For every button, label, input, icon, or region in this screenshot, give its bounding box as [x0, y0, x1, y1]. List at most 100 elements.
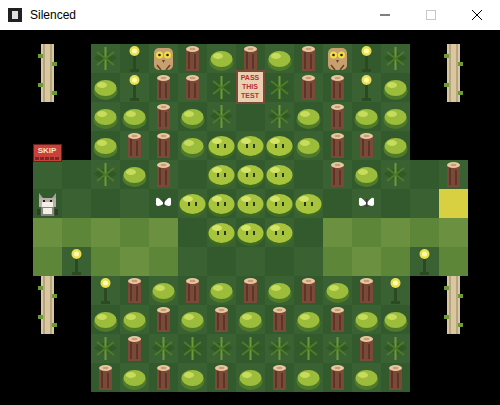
bush-icon: [265, 276, 294, 305]
board-tile: [352, 102, 381, 131]
bush-icon: [294, 305, 323, 334]
log-icon: [178, 73, 207, 102]
void-tile: [410, 305, 439, 334]
board-tile: [149, 73, 178, 102]
board-tile: [265, 44, 294, 73]
board-tile: [381, 160, 410, 189]
log-icon: [91, 363, 120, 392]
game-board: PASSTHISTESTSKIP: [33, 44, 468, 392]
butterfly-icon[interactable]: [149, 189, 178, 218]
cat-player-icon[interactable]: [33, 189, 62, 218]
board-tile: [381, 218, 410, 247]
vine-icon: [381, 160, 410, 189]
board-tile: [236, 160, 265, 189]
vine-icon: [91, 334, 120, 363]
board-tile: [62, 160, 91, 189]
tree-icon: [33, 276, 62, 305]
board-tile: [352, 305, 381, 334]
log-icon: [120, 276, 149, 305]
board-tile: [265, 305, 294, 334]
tree-icon: [439, 73, 468, 102]
board-tile: [178, 131, 207, 160]
board-tile: [439, 218, 468, 247]
board-tile: [381, 73, 410, 102]
board-tile: [265, 218, 294, 247]
board-tile: [410, 189, 439, 218]
skip-label: SKIP: [38, 146, 57, 156]
board-tile: [352, 160, 381, 189]
void-tile: [439, 102, 468, 131]
board-tile: [178, 247, 207, 276]
bush-icon: [294, 131, 323, 160]
maximize-icon: [426, 10, 436, 20]
board-tile: [236, 218, 265, 247]
void-tile: [410, 102, 439, 131]
title-bar: Silenced: [0, 0, 500, 30]
lamp-icon: [410, 247, 439, 276]
minimize-button[interactable]: [362, 0, 408, 30]
sign-text: THIS: [242, 82, 258, 91]
log-icon: [236, 44, 265, 73]
log-icon: [149, 73, 178, 102]
void-tile: [439, 363, 468, 392]
vine-icon: [178, 334, 207, 363]
board-tile: [178, 305, 207, 334]
bush-icon: [236, 363, 265, 392]
board-tile: [265, 276, 294, 305]
board-tile: [352, 247, 381, 276]
void-tile: [410, 131, 439, 160]
board-tile: [294, 44, 323, 73]
board-tile: [265, 160, 294, 189]
board-tile: [120, 189, 149, 218]
bush-icon: [120, 363, 149, 392]
log-icon: [207, 363, 236, 392]
board-tile: [439, 247, 468, 276]
board-tile: [120, 363, 149, 392]
bush-icon: [207, 276, 236, 305]
board-tile: [91, 363, 120, 392]
void-tile: [33, 363, 62, 392]
log-icon: [207, 305, 236, 334]
butterfly-icon[interactable]: [352, 189, 381, 218]
game-view[interactable]: PASSTHISTESTSKIP: [0, 30, 500, 405]
board-tile: [381, 189, 410, 218]
bush-icon: [381, 102, 410, 131]
vine-icon: [294, 334, 323, 363]
bush-icon: [294, 363, 323, 392]
vine-icon: [381, 44, 410, 73]
board-tile: [178, 73, 207, 102]
void-tile: [62, 73, 91, 102]
board-tile: [207, 334, 236, 363]
log-icon: [352, 131, 381, 160]
board-tile: [323, 305, 352, 334]
bush-icon: [91, 73, 120, 102]
board-tile: [207, 247, 236, 276]
log-icon: [323, 160, 352, 189]
board-tile: SKIP: [33, 160, 62, 189]
skip-sign[interactable]: SKIP: [33, 144, 62, 162]
board-tile: [323, 44, 352, 73]
log-icon: [323, 363, 352, 392]
board-tile: [265, 363, 294, 392]
void-tile: [410, 276, 439, 305]
board-tile: [207, 160, 236, 189]
board-tile: [236, 102, 265, 131]
board-tile: [323, 247, 352, 276]
owl-icon: [323, 44, 352, 73]
tree-icon: [33, 305, 62, 334]
void-tile: [33, 102, 62, 131]
slime-icon: [207, 218, 236, 247]
board-tile: [33, 247, 62, 276]
board-tile: [323, 276, 352, 305]
board-tile: [410, 218, 439, 247]
board-tile: [91, 73, 120, 102]
board-tile: [294, 131, 323, 160]
lamp-icon: [352, 44, 381, 73]
board-tile: [91, 305, 120, 334]
board-tile: [236, 363, 265, 392]
log-icon: [323, 73, 352, 102]
close-button[interactable]: [454, 0, 500, 30]
board-tile: [236, 334, 265, 363]
skip-segment: [40, 157, 44, 160]
bush-icon: [352, 305, 381, 334]
